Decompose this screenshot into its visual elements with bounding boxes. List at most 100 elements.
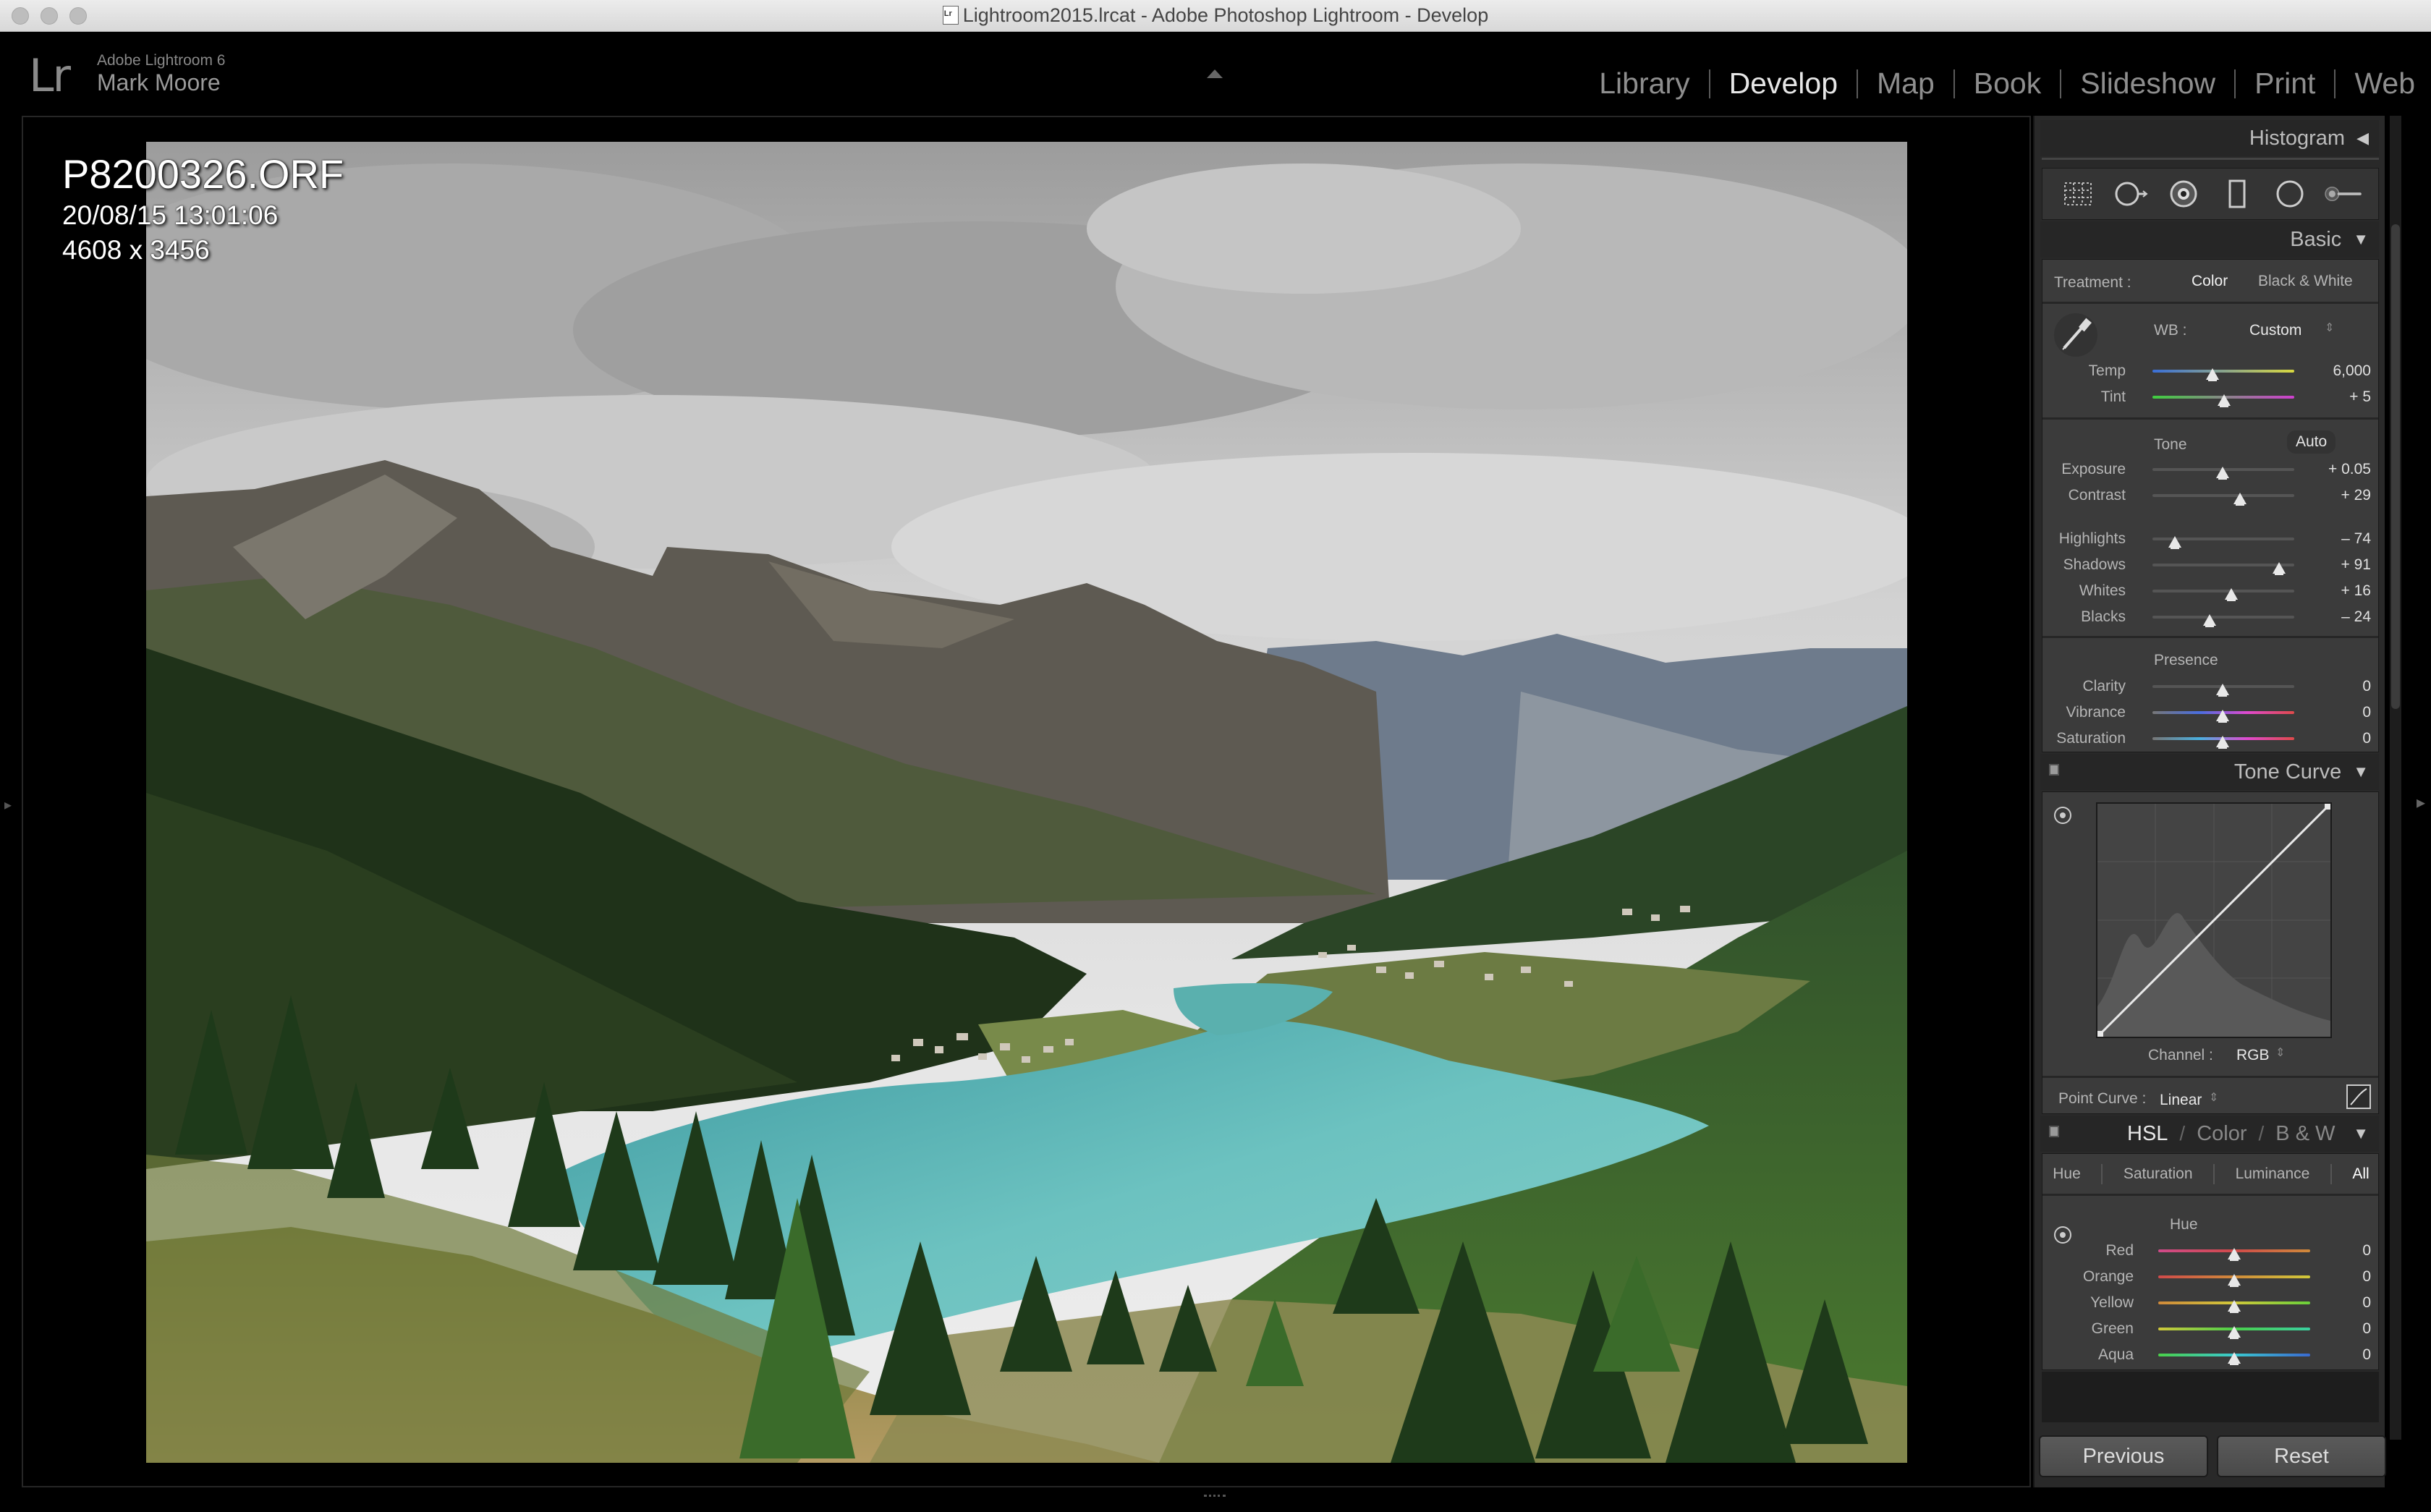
hue-yellow-slider-thumb[interactable]: [2228, 1300, 2241, 1313]
left-panel-toggle-icon[interactable]: ▸: [4, 796, 12, 814]
temp-value[interactable]: 6,000: [2313, 362, 2371, 380]
lightroom-logo: Lr: [29, 49, 71, 102]
channel-select-arrows-icon[interactable]: ⇕: [2275, 1045, 2285, 1060]
tint-value[interactable]: + 5: [2313, 388, 2371, 406]
contrast-slider[interactable]: [2152, 494, 2294, 497]
point-curve-select[interactable]: Linear: [2160, 1092, 2202, 1109]
vibrance-value[interactable]: 0: [2313, 704, 2371, 721]
collapse-top-panel-icon[interactable]: [1207, 69, 1223, 78]
module-library[interactable]: Library: [1580, 67, 1708, 101]
hue-orange-slider-thumb[interactable]: [2228, 1274, 2241, 1287]
edit-point-curve-icon[interactable]: [2346, 1084, 2371, 1109]
module-book[interactable]: Book: [1955, 67, 2060, 101]
saturation-slider-thumb[interactable]: [2216, 736, 2229, 749]
target-adjustment-icon[interactable]: [2054, 1226, 2071, 1244]
bottom-panel-toggle-icon[interactable]: [1204, 1495, 1226, 1505]
collapse-left-triangle-icon[interactable]: ◀: [2356, 129, 2369, 148]
develop-photo[interactable]: [146, 142, 1907, 1463]
graduated-filter-icon[interactable]: [2218, 176, 2257, 212]
temp-slider-thumb[interactable]: [2206, 368, 2219, 381]
panel-switch-icon[interactable]: [2049, 764, 2059, 776]
module-slideshow[interactable]: Slideshow: [2061, 67, 2234, 101]
temp-slider[interactable]: [2152, 370, 2294, 373]
presence-label: Presence: [2154, 652, 2218, 668]
whites-slider-thumb[interactable]: [2225, 588, 2238, 601]
blacks-value[interactable]: – 24: [2313, 608, 2371, 626]
all-subtab[interactable]: All: [2352, 1165, 2369, 1183]
clarity-value[interactable]: 0: [2313, 678, 2371, 695]
previous-button[interactable]: Previous: [2039, 1435, 2208, 1477]
bw-tab[interactable]: B & W: [2275, 1122, 2335, 1146]
tone-label: Tone: [2154, 436, 2187, 453]
module-develop[interactable]: Develop: [1710, 67, 1857, 101]
collapse-down-triangle-icon[interactable]: ▼: [2353, 230, 2369, 249]
basic-panel-header[interactable]: Basic ▼: [2040, 221, 2379, 258]
auto-tone-button[interactable]: Auto: [2287, 430, 2336, 454]
treatment-bw-button[interactable]: Black & White: [2258, 273, 2353, 290]
histogram-panel-header[interactable]: Histogram ◀: [2040, 120, 2379, 156]
crop-overlay-icon[interactable]: [2058, 176, 2097, 212]
panel-scrollbar[interactable]: [2391, 224, 2400, 709]
point-curve-arrows-icon[interactable]: ⇕: [2209, 1090, 2218, 1105]
channel-select[interactable]: RGB: [2236, 1047, 2270, 1064]
hue-subtab[interactable]: Hue: [2053, 1165, 2081, 1183]
saturation-value[interactable]: 0: [2313, 730, 2371, 747]
panel-switch-icon[interactable]: [2049, 1126, 2059, 1137]
hue-red-label: Red: [2105, 1242, 2134, 1259]
histogram-title: Histogram: [2249, 126, 2346, 150]
shadows-label: Shadows: [2063, 556, 2126, 573]
blacks-slider[interactable]: [2152, 616, 2294, 619]
collapse-down-triangle-icon[interactable]: ▼: [2353, 763, 2369, 781]
saturation-subtab[interactable]: Saturation: [2124, 1165, 2193, 1183]
wb-select-arrows-icon[interactable]: ⇕: [2325, 320, 2334, 335]
hue-aqua-value[interactable]: 0: [2313, 1346, 2371, 1364]
module-web[interactable]: Web: [2335, 67, 2415, 101]
tone-curve-panel-header[interactable]: Tone Curve ▼: [2040, 754, 2379, 790]
vibrance-slider-thumb[interactable]: [2216, 710, 2229, 723]
exposure-label: Exposure: [2061, 461, 2126, 477]
exposure-value[interactable]: + 0.05: [2313, 461, 2371, 478]
red-eye-icon[interactable]: [2164, 176, 2203, 212]
clarity-slider-thumb[interactable]: [2216, 684, 2229, 697]
hsl-panel-header: HSL / Color / B & W ▼: [2040, 1116, 2379, 1152]
hsl-tab[interactable]: HSL: [2127, 1122, 2168, 1146]
adjustment-brush-icon[interactable]: [2323, 176, 2362, 212]
highlights-value[interactable]: – 74: [2313, 530, 2371, 548]
module-map[interactable]: Map: [1858, 67, 1953, 101]
treatment-color-button[interactable]: Color: [2192, 273, 2228, 290]
tint-slider-thumb[interactable]: [2218, 394, 2231, 407]
shadows-value[interactable]: + 91: [2313, 556, 2371, 574]
section-divider: [2042, 302, 2378, 304]
blacks-slider-thumb[interactable]: [2203, 614, 2216, 627]
contrast-slider-thumb[interactable]: [2233, 493, 2247, 506]
wb-select[interactable]: Custom: [2249, 322, 2301, 339]
shadows-slider-thumb[interactable]: [2273, 562, 2286, 575]
whites-slider[interactable]: [2152, 590, 2294, 593]
collapse-down-triangle-icon[interactable]: ▼: [2353, 1124, 2369, 1143]
right-panel-toggle-icon[interactable]: ▸: [2417, 792, 2425, 813]
color-tab[interactable]: Color: [2197, 1122, 2247, 1146]
hsl-panel-body: Hue Saturation Luminance All Hue Red 0 O…: [2042, 1153, 2379, 1370]
hue-green-slider-thumb[interactable]: [2228, 1326, 2241, 1339]
whites-value[interactable]: + 16: [2313, 582, 2371, 600]
contrast-value[interactable]: + 29: [2313, 487, 2371, 504]
luminance-subtab[interactable]: Luminance: [2236, 1165, 2310, 1183]
exposure-slider-thumb[interactable]: [2216, 467, 2229, 480]
contrast-label: Contrast: [2068, 487, 2126, 504]
eyedropper-icon[interactable]: [2053, 312, 2099, 358]
highlights-label: Highlights: [2058, 530, 2126, 547]
target-adjustment-icon[interactable]: [2054, 807, 2071, 824]
hsl-subtabs: Hue Saturation Luminance All: [2042, 1154, 2378, 1196]
module-print[interactable]: Print: [2236, 67, 2334, 101]
hue-red-slider-thumb[interactable]: [2228, 1248, 2241, 1261]
highlights-slider-thumb[interactable]: [2168, 536, 2181, 549]
hue-orange-value[interactable]: 0: [2313, 1268, 2371, 1286]
hue-red-value[interactable]: 0: [2313, 1242, 2371, 1260]
hue-aqua-slider-thumb[interactable]: [2228, 1352, 2241, 1365]
hue-yellow-value[interactable]: 0: [2313, 1294, 2371, 1312]
hue-green-value[interactable]: 0: [2313, 1320, 2371, 1338]
radial-filter-icon[interactable]: [2270, 176, 2309, 212]
spot-removal-icon[interactable]: [2111, 176, 2150, 212]
reset-button[interactable]: Reset: [2217, 1435, 2386, 1477]
tone-curve-graph[interactable]: [2096, 802, 2332, 1038]
